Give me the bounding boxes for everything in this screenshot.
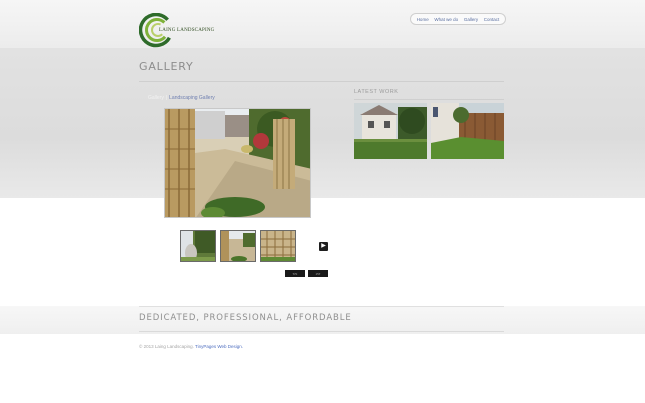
gallery-band xyxy=(0,48,645,198)
nav-what-we-do[interactable]: What we do xyxy=(434,17,458,22)
logo-text: LAING LANDSCAPING xyxy=(159,28,215,33)
footer-credit-link[interactable]: TinyPages Web Design. xyxy=(195,344,243,349)
nav-contact[interactable]: Contact xyxy=(484,17,500,22)
pager-prev-button[interactable]: << xyxy=(285,270,305,277)
tagline-bottom-divider xyxy=(139,331,504,332)
gallery-thumbnail-1[interactable] xyxy=(180,230,216,262)
pager-next-button[interactable]: >> xyxy=(308,270,328,277)
header-band xyxy=(0,0,645,48)
page-title: GALLERY xyxy=(139,60,194,73)
breadcrumb-gallery[interactable]: Gallery xyxy=(148,95,164,101)
latest-work-photo-1[interactable] xyxy=(354,103,427,159)
footer-copyright: © 2013 Laing Landscaping. xyxy=(139,344,194,349)
title-divider xyxy=(139,81,504,82)
next-thumbnails-button[interactable]: ▶ xyxy=(319,242,328,251)
latest-work-photo-2[interactable] xyxy=(431,103,504,159)
main-nav: Home What we do Gallery Contact xyxy=(410,13,506,25)
gallery-thumbnail-3[interactable] xyxy=(260,230,296,262)
tagline-top-divider xyxy=(139,306,504,307)
breadcrumb-separator: | xyxy=(165,95,168,101)
nav-home[interactable]: Home xyxy=(417,17,429,22)
breadcrumb-landscaping-gallery[interactable]: Landscaping Gallery xyxy=(169,95,215,101)
gallery-thumbnail-2[interactable] xyxy=(220,230,256,262)
breadcrumb: Gallery | Landscaping Gallery xyxy=(148,95,215,101)
play-arrow-icon: ▶ xyxy=(321,243,326,249)
footer: © 2013 Laing Landscaping. TinyPages Web … xyxy=(139,344,243,349)
nav-gallery[interactable]: Gallery xyxy=(464,17,478,22)
latest-work-label: LATEST WORK xyxy=(354,89,399,95)
tagline: DEDICATED, PROFESSIONAL, AFFORDABLE xyxy=(139,313,352,323)
latest-work-divider xyxy=(354,99,504,100)
main-gallery-photo[interactable] xyxy=(164,108,311,218)
